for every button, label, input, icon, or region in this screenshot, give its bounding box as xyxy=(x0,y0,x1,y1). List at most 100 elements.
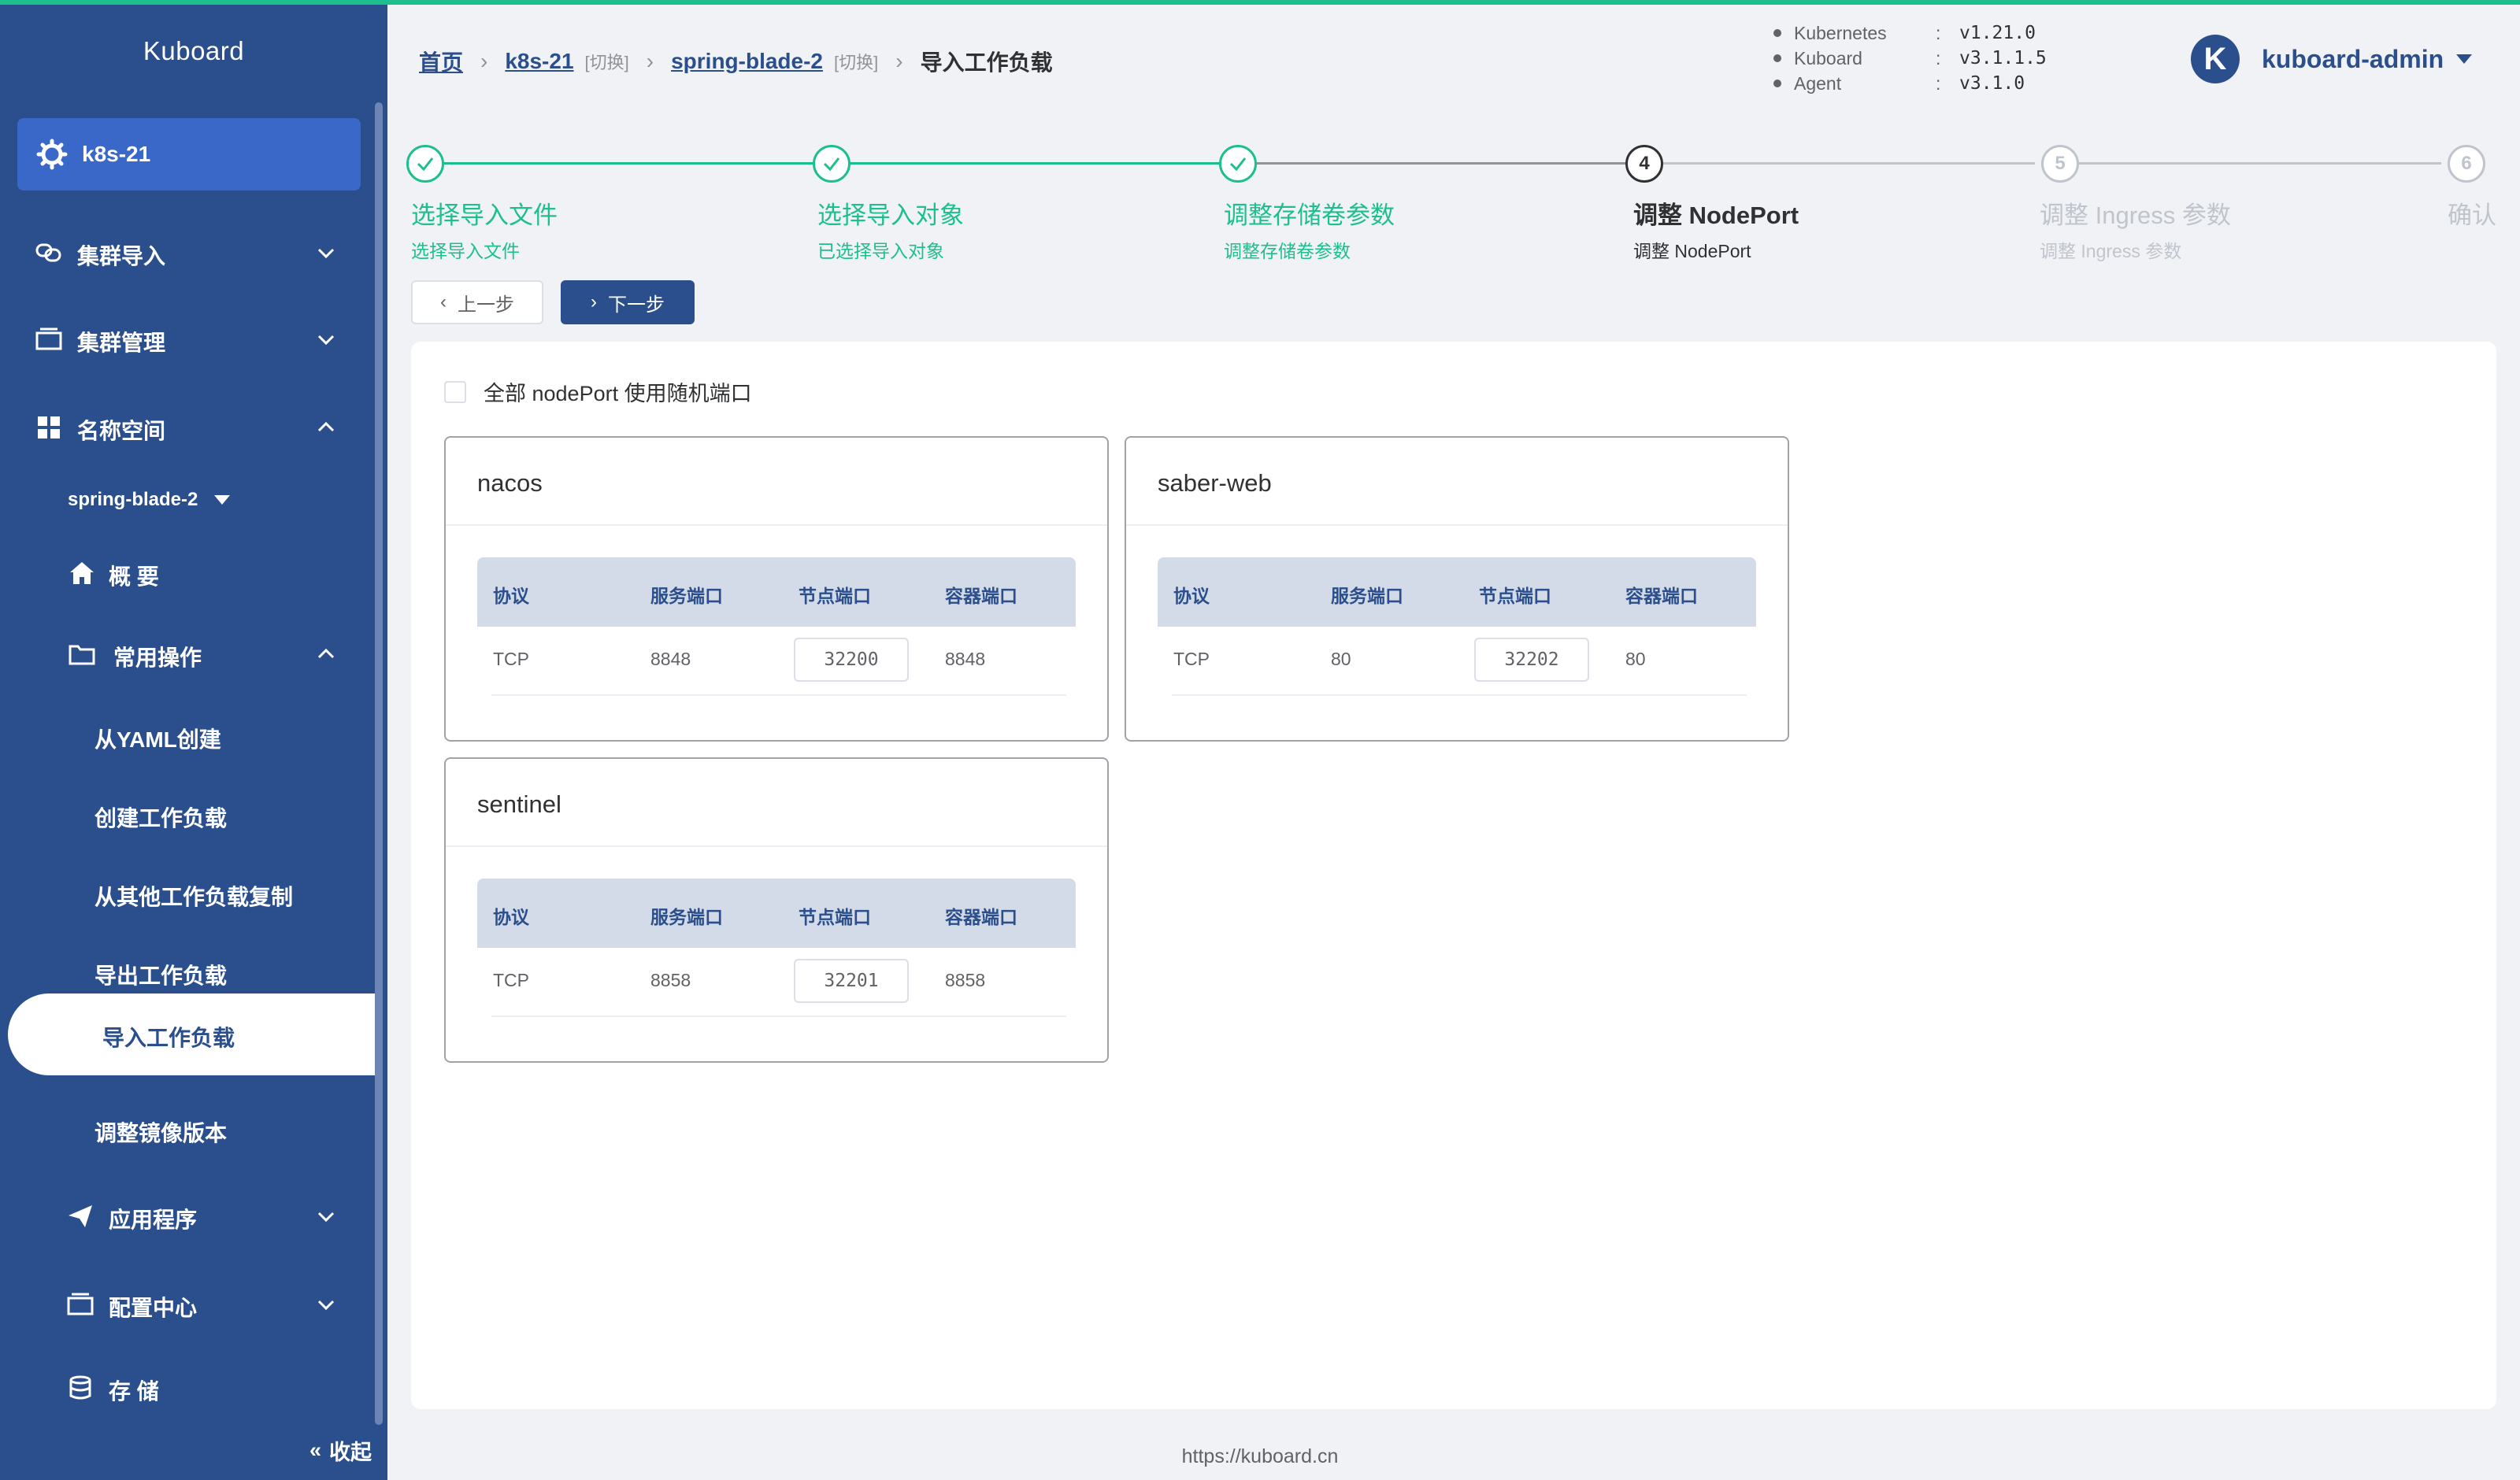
sidebar-item-create-workload[interactable]: 创建工作负载 xyxy=(0,801,370,833)
service-name: saber-web xyxy=(1158,469,1272,497)
chevron-up-icon xyxy=(317,648,335,659)
step-5-desc: 调整 Ingress 参数 xyxy=(2040,241,2182,261)
chevron-down-icon xyxy=(317,1300,335,1311)
sidebar-item-overview[interactable]: 概 要 xyxy=(0,553,370,593)
bullet-dot xyxy=(1773,29,1781,37)
cell-container-port: 8848 xyxy=(945,649,986,669)
version-row: Kubernetes : v1.21.0 xyxy=(1773,20,2047,46)
step-4-desc: 调整 NodePort xyxy=(1633,241,1751,261)
step-2-title: 选择导入对象 xyxy=(817,202,964,229)
cell-container-port: 80 xyxy=(1625,649,1646,669)
step-2-desc: 已选择导入对象 xyxy=(817,241,944,261)
sidebar-item-label: 集群导入 xyxy=(77,244,166,268)
step-connector xyxy=(2065,162,2441,165)
chevron-down-icon xyxy=(317,1212,335,1223)
column-protocol: 协议 xyxy=(493,907,529,927)
chevron-right-icon: › xyxy=(591,291,597,313)
version-colon: : xyxy=(1936,72,1941,94)
sidebar-item-import-workload[interactable]: 导入工作负载 xyxy=(8,993,378,1075)
column-node-port: 节点端口 xyxy=(799,907,871,927)
node-port-input[interactable]: 32202 xyxy=(1474,638,1589,682)
prev-step-button[interactable]: ‹ 上一步 xyxy=(411,280,543,324)
sidebar-item-label: 常用操作 xyxy=(113,646,202,670)
breadcrumb-namespace[interactable]: spring-blade-2 xyxy=(671,49,823,74)
service-name: nacos xyxy=(477,469,543,497)
card-header: nacos xyxy=(446,438,1107,526)
node-port-input[interactable]: 32201 xyxy=(794,959,909,1003)
namespace-selector[interactable]: spring-blade-2 xyxy=(0,484,370,516)
version-info: Kubernetes : v1.21.0 Kuboard : v3.1.1.5 … xyxy=(1773,20,2047,96)
sidebar-item-storage[interactable]: 存 储 xyxy=(0,1368,370,1408)
step-5-number: 5 xyxy=(2041,145,2079,183)
sidebar-item-create-from-yaml[interactable]: 从YAML创建 xyxy=(0,723,370,754)
version-value: v1.21.0 xyxy=(1959,23,2036,43)
random-nodeport-label: 全部 nodePort 使用随机端口 xyxy=(484,382,752,405)
breadcrumb-current: 导入工作负载 xyxy=(920,50,1053,75)
sidebar-item-copy-workload[interactable]: 从其他工作负载复制 xyxy=(0,880,370,912)
step-3-check-icon xyxy=(1219,145,1257,183)
sidebar-item-cluster-manage[interactable]: 集群管理 xyxy=(0,320,370,359)
folder-open-icon xyxy=(69,645,95,665)
sidebar-item-common-ops[interactable]: 常用操作 xyxy=(0,635,370,674)
sidebar-item-label: 配置中心 xyxy=(109,1296,198,1320)
sidebar-item-applications[interactable]: 应用程序 xyxy=(0,1197,370,1236)
chevron-up-icon xyxy=(317,421,335,432)
service-card-nacos: nacos 协议 服务端口 节点端口 容器端口 TCP 8848 32200 8… xyxy=(444,436,1109,742)
cell-container-port: 8858 xyxy=(945,970,986,990)
node-port-input[interactable]: 32200 xyxy=(794,638,909,682)
step-connector xyxy=(1252,162,1629,165)
sidebar-item-label: 导入工作负载 xyxy=(102,1026,235,1050)
cell-service-port: 80 xyxy=(1331,649,1351,669)
sidebar-item-config-center[interactable]: 配置中心 xyxy=(0,1285,370,1324)
sidebar-item-label: 从其他工作负载复制 xyxy=(94,885,294,909)
user-menu[interactable]: K kuboard-admin xyxy=(2191,35,2473,83)
prev-step-label: 上一步 xyxy=(458,294,514,316)
step-2-check-icon xyxy=(813,145,850,183)
column-container-port: 容器端口 xyxy=(945,586,1017,606)
breadcrumb-separator: › xyxy=(480,49,488,73)
caret-down-icon xyxy=(214,495,230,505)
column-node-port: 节点端口 xyxy=(1479,586,1551,606)
breadcrumb-home[interactable]: 首页 xyxy=(419,46,463,77)
folder-icon xyxy=(35,327,62,350)
row-divider xyxy=(491,694,1066,696)
version-row: Agent : v3.1.0 xyxy=(1773,71,2047,96)
cell-protocol: TCP xyxy=(493,970,529,990)
cluster-selector[interactable]: k8s-21 xyxy=(17,118,361,191)
version-value: v3.1.1.5 xyxy=(1959,48,2047,68)
column-protocol: 协议 xyxy=(493,586,529,606)
sidebar-item-label: 应用程序 xyxy=(109,1208,198,1232)
app-logo: Kuboard xyxy=(143,36,245,65)
sidebar-item-adjust-image[interactable]: 调整镜像版本 xyxy=(0,1116,370,1148)
breadcrumb-cluster[interactable]: k8s-21 xyxy=(505,49,573,74)
random-nodeport-checkbox[interactable] xyxy=(444,380,466,403)
sidebar-scrollbar[interactable] xyxy=(375,102,383,1425)
random-nodeport-option[interactable]: 全部 nodePort 使用随机端口 xyxy=(444,376,752,407)
step-1-title: 选择导入文件 xyxy=(411,202,558,229)
step-4-title: 调整 NodePort xyxy=(1633,202,1799,229)
sidebar-item-export-workload[interactable]: 导出工作负载 xyxy=(0,959,370,990)
table-row: TCP 80 32202 80 xyxy=(1158,627,1756,696)
step-3-title: 调整存储卷参数 xyxy=(1224,202,1395,229)
breadcrumb: 首页 › k8s-21 [切换] › spring-blade-2 [切换] ›… xyxy=(419,46,1053,77)
bullet-dot xyxy=(1773,54,1781,62)
sidebar-item-label: 概 要 xyxy=(109,564,159,589)
step-connector xyxy=(439,162,816,165)
footer-link[interactable]: https://kuboard.cn xyxy=(0,1445,2520,1468)
sidebar-item-namespace[interactable]: 名称空间 xyxy=(0,408,370,447)
version-name: Agent xyxy=(1794,72,1842,94)
column-node-port: 节点端口 xyxy=(799,586,871,606)
service-name: sentinel xyxy=(477,790,561,818)
sidebar-item-label: 创建工作负载 xyxy=(94,806,228,831)
chevron-left-icon: ‹ xyxy=(440,291,447,313)
database-icon xyxy=(69,1375,91,1400)
version-colon: : xyxy=(1936,47,1941,68)
breadcrumb-namespace-switch[interactable]: [切换] xyxy=(834,49,878,74)
step-connector xyxy=(846,162,1222,165)
next-step-button[interactable]: › 下一步 xyxy=(561,280,695,324)
column-protocol: 协议 xyxy=(1173,586,1210,606)
cell-service-port: 8848 xyxy=(650,649,691,669)
breadcrumb-cluster-switch[interactable]: [切换] xyxy=(585,49,629,74)
sidebar-item-cluster-import[interactable]: 集群导入 xyxy=(0,233,370,272)
sidebar-item-label: 导出工作负载 xyxy=(94,964,228,988)
